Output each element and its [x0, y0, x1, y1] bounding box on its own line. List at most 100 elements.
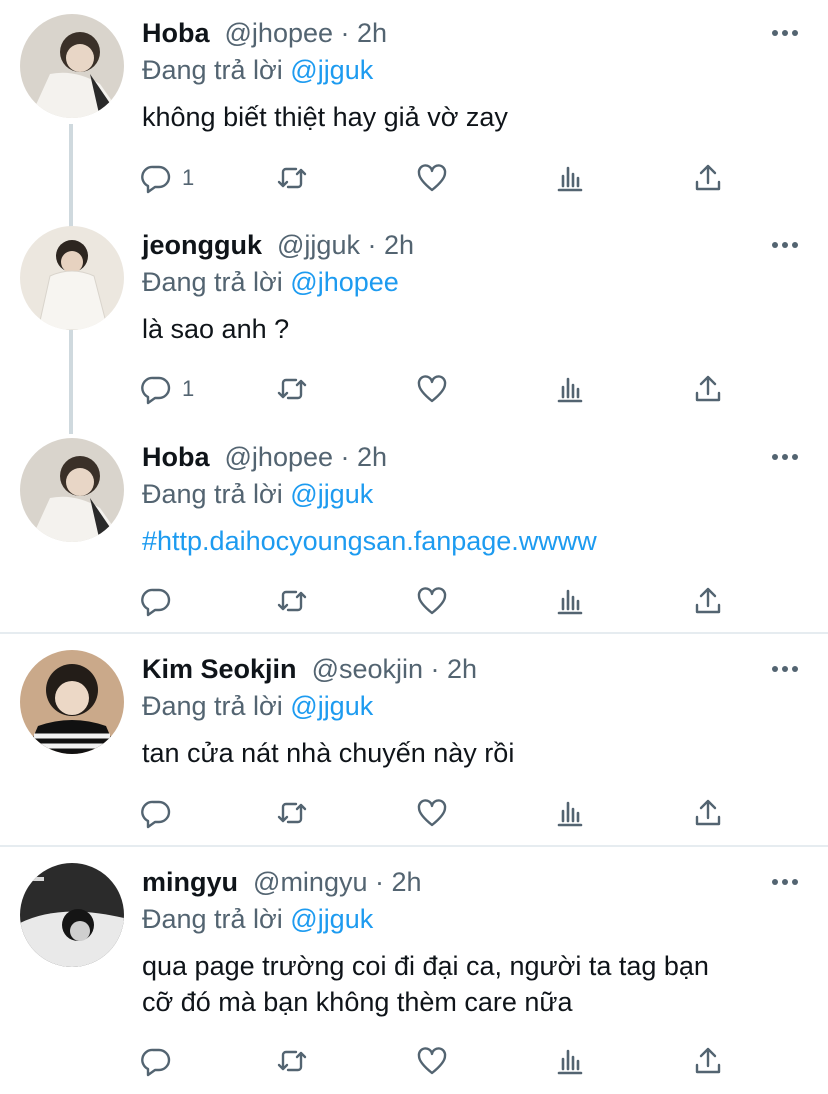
reply-handle-link[interactable]: @jhopee: [290, 267, 399, 297]
display-name[interactable]: jeongguk: [142, 230, 262, 260]
avatar[interactable]: [20, 226, 124, 330]
share-icon: [695, 375, 721, 402]
tweet-actions: [140, 581, 740, 621]
retweet-button[interactable]: [276, 369, 308, 409]
tweet-header: Hoba @jhopee · 2h: [142, 440, 387, 474]
analytics-button[interactable]: [554, 581, 586, 621]
display-name[interactable]: mingyu: [142, 867, 238, 897]
handle-time: @jhopee · 2h: [224, 442, 388, 472]
hashtag-link[interactable]: #http.daihocyoungsan.fanpage.wwww: [142, 523, 802, 559]
retweet-icon: [277, 590, 307, 612]
like-button[interactable]: [416, 581, 448, 621]
retweet-button[interactable]: [276, 793, 308, 833]
reply-prefix: Đang trả lời: [142, 691, 283, 721]
share-icon: [695, 799, 721, 826]
like-button[interactable]: [416, 369, 448, 409]
replying-to: Đang trả lời @jjguk: [142, 477, 373, 511]
tweet-header: jeongguk @jjguk · 2h: [142, 228, 414, 262]
display-name[interactable]: Hoba: [142, 18, 210, 48]
avatar[interactable]: [20, 863, 124, 967]
handle-time: @jjguk · 2h: [277, 230, 414, 260]
like-icon: [417, 375, 447, 403]
reply-button[interactable]: 1: [140, 158, 194, 198]
reply-button[interactable]: 1: [140, 369, 194, 409]
reply-prefix: Đang trả lời: [142, 55, 283, 85]
display-name[interactable]: Kim Seokjin: [142, 654, 297, 684]
retweet-button[interactable]: [276, 1041, 308, 1081]
share-button[interactable]: [692, 1041, 724, 1081]
share-button[interactable]: [692, 369, 724, 409]
tweet-actions: 1: [140, 158, 740, 198]
analytics-button[interactable]: [554, 1041, 586, 1081]
tweet-text: tan cửa nát nhà chuyến này rồi: [142, 738, 515, 768]
analytics-icon: [557, 589, 583, 615]
reply-button[interactable]: [140, 581, 172, 621]
tweet-actions: [140, 1041, 740, 1081]
reply-handle-link[interactable]: @jjguk: [290, 691, 373, 721]
retweet-button[interactable]: [276, 581, 308, 621]
share-icon: [695, 587, 721, 614]
analytics-icon: [557, 1049, 583, 1075]
divider: [0, 632, 828, 634]
replying-to: Đang trả lời @jjguk: [142, 53, 373, 87]
reply-handle-link[interactable]: @jjguk: [290, 904, 373, 934]
replying-to: Đang trả lời @jjguk: [142, 902, 373, 936]
tweet-header: mingyu @mingyu · 2h: [142, 865, 422, 899]
reply-button[interactable]: [140, 1041, 172, 1081]
reply-icon: [141, 800, 171, 829]
tweet-actions: 1: [140, 369, 740, 409]
like-button[interactable]: [416, 158, 448, 198]
share-icon: [695, 164, 721, 191]
avatar[interactable]: [20, 650, 124, 754]
analytics-icon: [557, 166, 583, 192]
reply-button[interactable]: [140, 793, 172, 833]
like-icon: [417, 1047, 447, 1075]
analytics-icon: [557, 377, 583, 403]
tweet-header: Kim Seokjin @seokjin · 2h: [142, 652, 477, 686]
reply-icon: [141, 588, 171, 617]
avatar[interactable]: [20, 14, 124, 118]
avatar[interactable]: [20, 438, 124, 542]
share-button[interactable]: [692, 581, 724, 621]
like-icon: [417, 799, 447, 827]
retweet-button[interactable]: [276, 158, 308, 198]
tweet-text-line: qua page trường coi đi đại ca, người ta …: [142, 951, 709, 981]
like-icon: [417, 164, 447, 192]
divider: [0, 845, 828, 847]
display-name[interactable]: Hoba: [142, 442, 210, 472]
tweet-actions: [140, 793, 740, 833]
reply-prefix: Đang trả lời: [142, 267, 283, 297]
more-options-icon[interactable]: [770, 240, 800, 250]
handle-time: @jhopee · 2h: [224, 18, 388, 48]
handle-time: @seokjin · 2h: [311, 654, 478, 684]
reply-count: 1: [182, 165, 195, 190]
more-options-icon[interactable]: [770, 664, 800, 674]
tweet-text: qua page trường coi đi đại ca, người ta …: [142, 948, 802, 1020]
like-button[interactable]: [416, 793, 448, 833]
analytics-button[interactable]: [554, 158, 586, 198]
retweet-icon: [277, 167, 307, 189]
tweet-text: không biết thiệt hay giả vờ zay: [142, 102, 508, 132]
reply-prefix: Đang trả lời: [142, 904, 283, 934]
share-button[interactable]: [692, 793, 724, 833]
replying-to: Đang trả lời @jhopee: [142, 265, 399, 299]
tweet-text: là sao anh ?: [142, 314, 290, 344]
more-options-icon[interactable]: [770, 452, 800, 462]
retweet-icon: [277, 378, 307, 400]
share-icon: [695, 1047, 721, 1074]
reply-handle-link[interactable]: @jjguk: [290, 55, 373, 85]
more-options-icon[interactable]: [770, 877, 800, 887]
more-options-icon[interactable]: [770, 28, 800, 38]
analytics-button[interactable]: [554, 369, 586, 409]
analytics-icon: [557, 801, 583, 827]
like-icon: [417, 587, 447, 615]
reply-handle-link[interactable]: @jjguk: [290, 479, 373, 509]
reply-count: 1: [182, 376, 195, 401]
tweet-text-line: cỡ đó mà bạn không thèm care nữa: [142, 987, 573, 1017]
replying-to: Đang trả lời @jjguk: [142, 689, 373, 723]
like-button[interactable]: [416, 1041, 448, 1081]
analytics-button[interactable]: [554, 793, 586, 833]
share-button[interactable]: [692, 158, 724, 198]
retweet-icon: [277, 802, 307, 824]
reply-icon: [141, 1048, 171, 1077]
